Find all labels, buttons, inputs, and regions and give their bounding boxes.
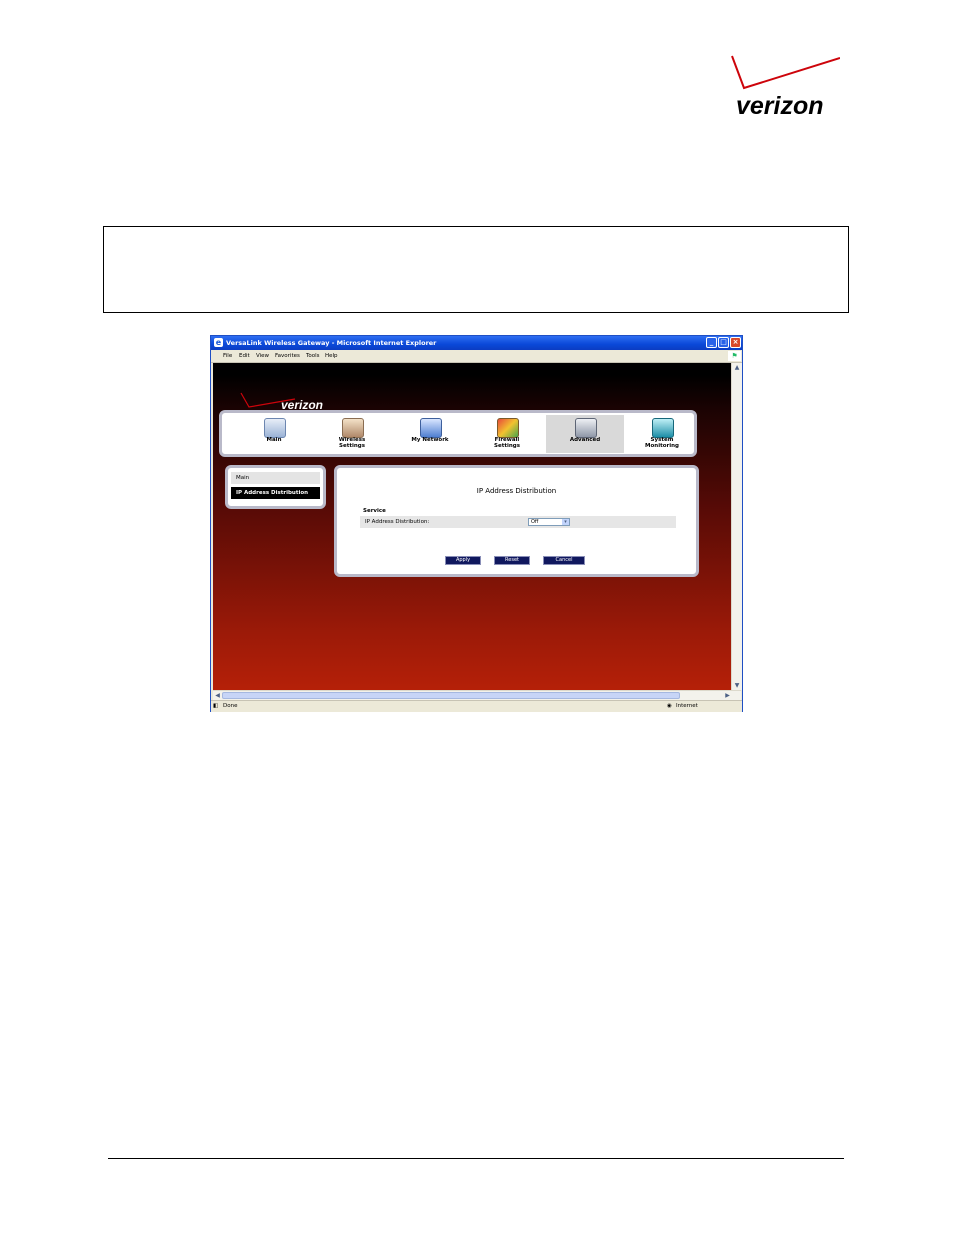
nav-advanced[interactable]: Advanced (546, 415, 624, 453)
page-status-icon: ◧ (213, 703, 219, 709)
scroll-thumb[interactable] (222, 692, 680, 699)
scroll-right-icon[interactable]: ▶ (723, 691, 732, 700)
nav-system-monitoring[interactable]: System Monitoring (623, 415, 701, 453)
empty-note-box (103, 226, 849, 313)
horizontal-scrollbar[interactable]: ◀ ▶ (213, 690, 741, 700)
maximize-button[interactable]: □ (718, 337, 729, 348)
sidebar-item-ip-address-distribution[interactable]: IP Address Distribution (231, 487, 320, 499)
footer-divider (108, 1158, 844, 1159)
menu-view[interactable]: View (256, 350, 269, 362)
cancel-button[interactable]: Cancel (543, 556, 585, 565)
menu-tools[interactable]: Tools (306, 350, 320, 362)
verizon-logo: verizon (722, 52, 840, 124)
nav-main[interactable]: Main (235, 415, 313, 453)
nav-firewall-settings[interactable]: Firewall Settings (468, 415, 546, 453)
window-title: VersaLink Wireless Gateway - Microsoft I… (226, 339, 437, 347)
main-panel: IP Address Distribution Service IP Addre… (334, 465, 699, 577)
system-monitoring-icon (652, 418, 674, 438)
status-bar: ◧ Done ◉ Internet (211, 700, 742, 712)
scroll-down-icon[interactable]: ▼ (732, 681, 742, 690)
main-icon (264, 418, 286, 438)
scroll-left-icon[interactable]: ◀ (213, 691, 222, 700)
sidebar: Main IP Address Distribution (225, 465, 326, 509)
menu-edit[interactable]: Edit (239, 350, 250, 362)
nav-wireless-settings[interactable]: Wireless Settings (313, 415, 391, 453)
select-value: Off (531, 519, 539, 525)
minimize-button[interactable]: _ (706, 337, 717, 348)
internet-zone-icon: ◉ (667, 703, 672, 709)
top-nav: Main Wireless Settings My Network Firewa… (219, 410, 697, 457)
ip-distribution-select[interactable]: Off ▾ (528, 518, 570, 526)
svg-text:verizon: verizon (736, 92, 824, 120)
menu-file[interactable]: File (223, 350, 232, 362)
page-viewport: verizon Main Wireless Settings My Networ… (213, 363, 731, 690)
advanced-icon (575, 418, 597, 438)
menu-help[interactable]: Help (325, 350, 338, 362)
menu-bar: File Edit View Favorites Tools Help ⚑ (211, 350, 742, 363)
page-title: IP Address Distribution (476, 487, 557, 495)
sidebar-item-main[interactable]: Main (231, 472, 320, 484)
title-bar: e VersaLink Wireless Gateway - Microsoft… (211, 336, 742, 350)
windows-flag-icon: ⚑ (728, 351, 741, 361)
zone-text: Internet (676, 703, 698, 709)
close-button[interactable]: × (730, 337, 741, 348)
nav-my-network[interactable]: My Network (391, 415, 469, 453)
scroll-up-icon[interactable]: ▲ (732, 363, 742, 372)
browser-window: e VersaLink Wireless Gateway - Microsoft… (210, 335, 743, 712)
apply-button[interactable]: Apply (445, 556, 481, 565)
vertical-scrollbar[interactable]: ▲ ▼ (731, 363, 742, 690)
wireless-settings-icon (342, 418, 364, 438)
chevron-down-icon: ▾ (562, 519, 569, 525)
section-heading: Service (363, 508, 386, 514)
reset-button[interactable]: Reset (494, 556, 530, 565)
firewall-settings-icon (497, 418, 519, 438)
status-text: Done (223, 703, 238, 709)
ie-icon: e (214, 338, 223, 347)
ip-distribution-row: IP Address Distribution: Off ▾ (360, 516, 676, 528)
my-network-icon (420, 418, 442, 438)
field-label: IP Address Distribution: (365, 519, 430, 525)
menu-favorites[interactable]: Favorites (275, 350, 300, 362)
